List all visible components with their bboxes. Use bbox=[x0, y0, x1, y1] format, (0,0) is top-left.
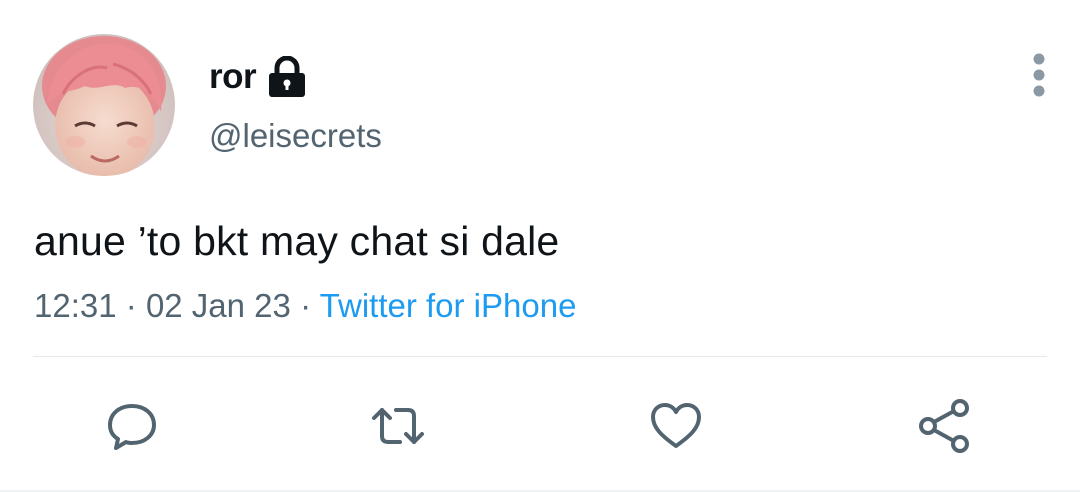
tweet-meta: 12:31 · 02 Jan 23 · Twitter for iPhone bbox=[34, 287, 576, 325]
user-handle[interactable]: @leisecrets bbox=[209, 117, 382, 155]
reply-button[interactable] bbox=[104, 398, 160, 454]
tweet-date: 02 Jan 23 bbox=[145, 287, 291, 324]
heart-icon bbox=[651, 403, 701, 448]
avatar[interactable] bbox=[33, 34, 175, 176]
share-icon bbox=[919, 399, 969, 453]
vertical-ellipsis-icon[interactable] bbox=[1022, 50, 1056, 100]
tweet-text: anue ’to bkt may chat si dale bbox=[34, 218, 560, 264]
display-name[interactable]: ror bbox=[209, 57, 257, 97]
share-button[interactable] bbox=[916, 398, 972, 454]
meta-separator: · bbox=[300, 287, 312, 324]
retweet-button[interactable] bbox=[370, 398, 426, 454]
avatar-image bbox=[33, 34, 175, 176]
retweet-icon bbox=[372, 408, 424, 444]
tweet-source-link[interactable]: Twitter for iPhone bbox=[320, 287, 577, 324]
display-name-row[interactable]: ror bbox=[209, 55, 307, 98]
tweet-time: 12:31 bbox=[34, 287, 117, 324]
lock-icon bbox=[267, 55, 307, 98]
speech-bubble-icon bbox=[108, 404, 156, 450]
meta-separator: · bbox=[125, 287, 137, 324]
like-button[interactable] bbox=[648, 398, 704, 454]
divider bbox=[33, 356, 1047, 357]
